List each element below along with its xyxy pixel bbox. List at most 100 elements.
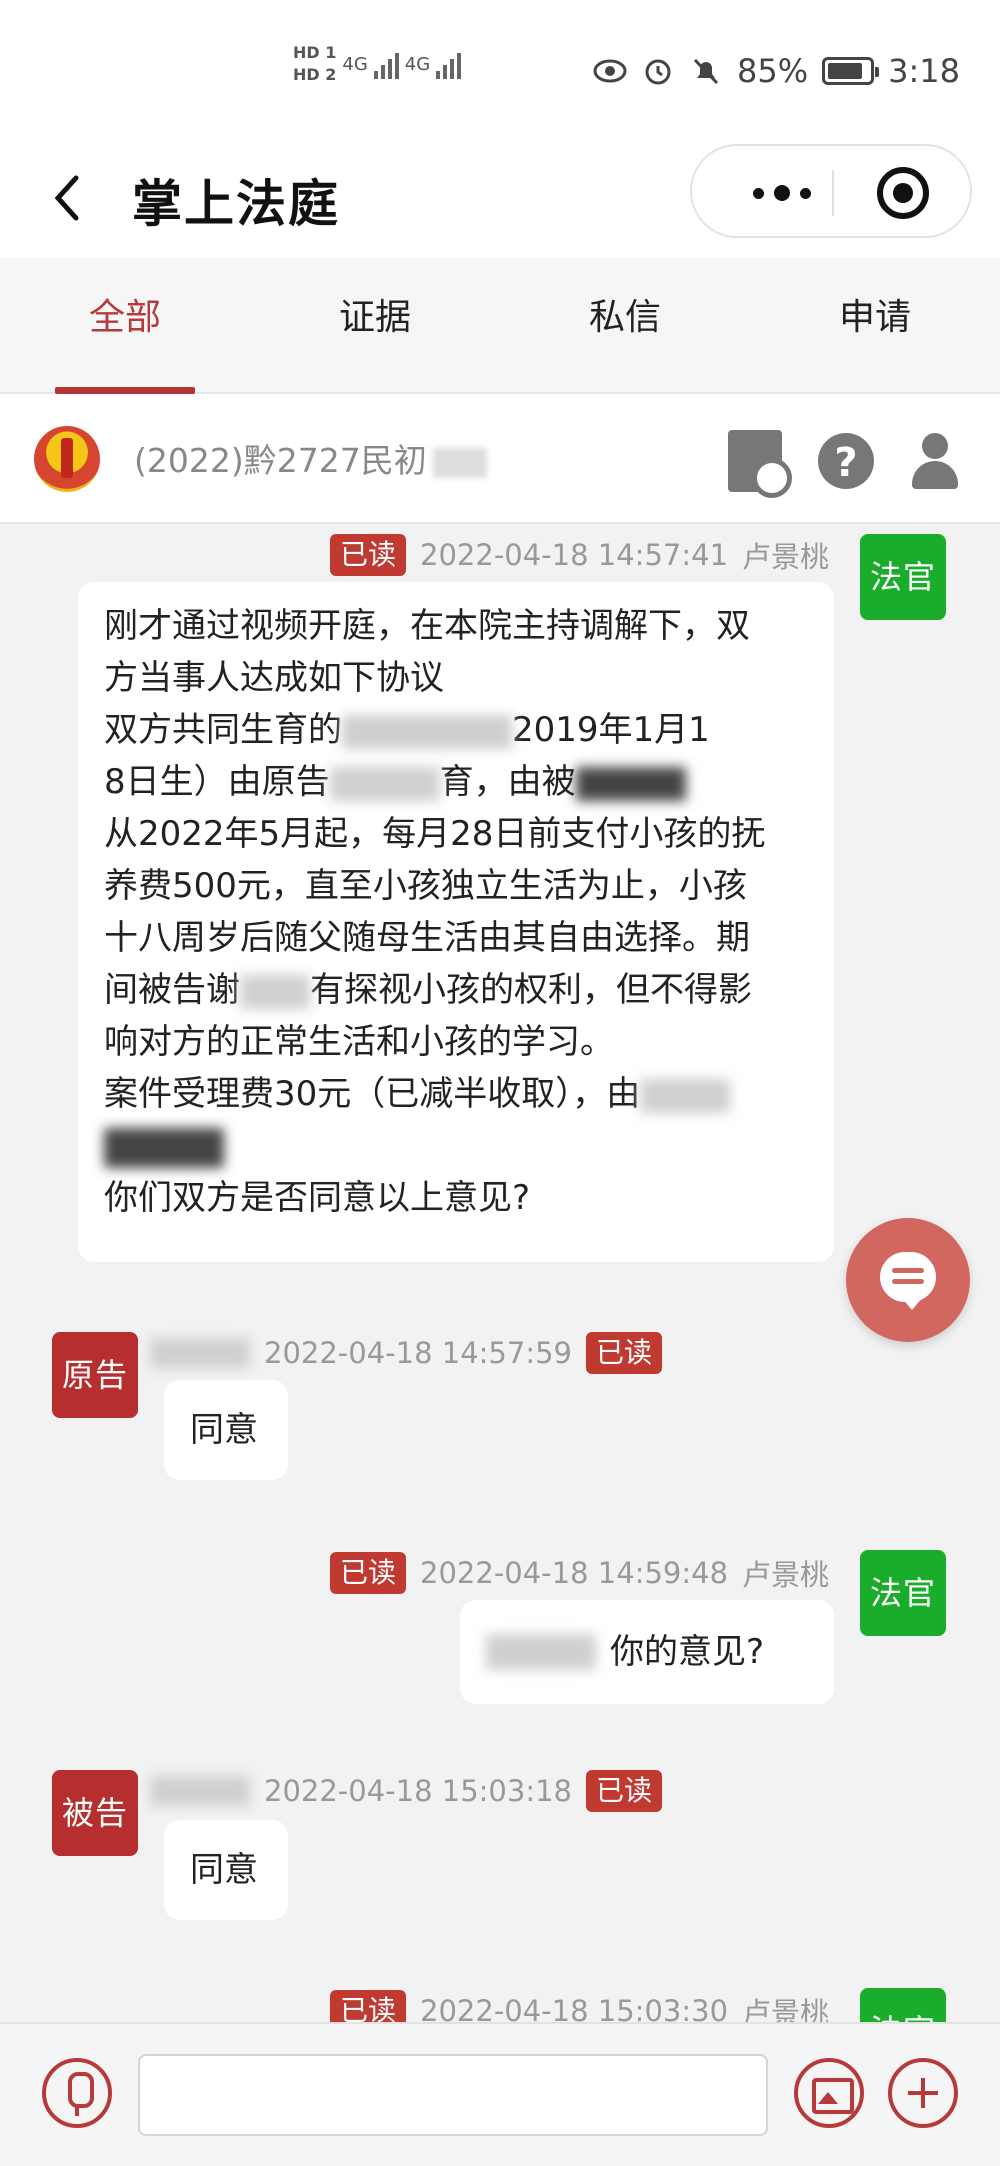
signal-bars-icon [373, 49, 399, 79]
capsule-divider [832, 170, 834, 216]
message-bubble: 刚才通过视频开庭，在本院主持调解下，双 方当事人达成如下协议 双方共同生育的 20… [78, 582, 834, 1262]
role-badge-judge: 法官 [860, 1550, 946, 1636]
message-line: 你们双方是否同意以上意见? [104, 1178, 531, 1218]
redacted-mark [150, 1776, 250, 1806]
message-line: 响对方的正常生活和小孩的学习。 [104, 1022, 614, 1062]
net2-label: 4G [404, 53, 431, 75]
message-meta: 已读 2022-04-18 15:03:30 卢景桃 [330, 1990, 829, 2022]
sim2-label: HD 2 [293, 65, 337, 84]
chat-bubble-icon [880, 1252, 936, 1310]
redacted-mark [150, 1338, 250, 1368]
redacted-mark [432, 447, 487, 478]
message-time: 2022-04-18 14:57:41 [420, 538, 729, 572]
read-badge: 已读 [586, 1332, 663, 1374]
message-fragment: 有探视小孩的权利，但不得影 [310, 970, 752, 1010]
read-badge: 已读 [586, 1770, 663, 1812]
clock: 3:18 [888, 52, 960, 90]
message-meta: 2022-04-18 15:03:18 已读 [150, 1770, 663, 1812]
message-time: 2022-04-18 14:57:59 [264, 1336, 572, 1370]
redacted-mark [240, 974, 310, 1009]
read-badge: 已读 [330, 1552, 407, 1594]
read-badge: 已读 [330, 534, 407, 576]
miniapp-capsule [690, 144, 972, 238]
system-indicators: 85% 3:18 [593, 52, 960, 90]
mute-bell-icon [693, 58, 719, 85]
more-options-icon[interactable] [732, 146, 832, 240]
app-header: 掌上法庭 [0, 140, 1000, 258]
battery-percent: 85% [737, 52, 809, 90]
message-text: 同意 [190, 1850, 258, 1890]
redacted-mark [486, 1634, 596, 1670]
message-line: 养费500元，直至小孩独立生活为止，小孩 [104, 866, 747, 906]
document-search-icon[interactable] [728, 430, 792, 498]
message-fragment: 2019年1月1 [512, 710, 710, 750]
chat-float-button[interactable] [846, 1218, 970, 1342]
tab-bar: 全部 证据 私信 申请 [0, 258, 1000, 394]
image-icon[interactable] [794, 2058, 864, 2128]
plus-icon[interactable] [888, 2058, 958, 2128]
message-sender: 卢景桃 [742, 1558, 830, 1592]
message-line-text: 间被告谢 [104, 970, 240, 1010]
message-time: 2022-04-18 15:03:18 [264, 1774, 572, 1808]
redacted-mark [575, 766, 686, 801]
role-badge-judge: 法官 [860, 1988, 946, 2022]
message-line-text: 案件受理费30元（已减半收取），由 [104, 1074, 641, 1114]
message-text: 同意 [190, 1410, 258, 1450]
participants-icon[interactable] [910, 431, 970, 491]
message-line: 十八周岁后随父随母生活由其自由选择。期 [104, 918, 750, 958]
court-emblem-icon [34, 426, 100, 492]
message-line: 8日生）由原告 育，由被 [104, 756, 808, 808]
message-bubble: 同意 [164, 1820, 288, 1920]
case-actions: ? [728, 430, 970, 498]
message-fragment: 育，由被 [439, 762, 576, 802]
redacted-mark [104, 1127, 224, 1168]
role-badge-defendant: 被告 [52, 1770, 138, 1856]
tab-private-message[interactable]: 私信 [500, 258, 750, 394]
tab-all[interactable]: 全部 [0, 258, 250, 394]
sim1-label: HD 1 [293, 43, 337, 62]
redacted-mark [342, 714, 512, 749]
microphone-icon[interactable] [42, 2058, 112, 2128]
case-number-text: (2022)黔2727民初 [134, 441, 427, 480]
message-line: 双方共同生育的 2019年1月1 [104, 704, 808, 756]
message-line: 案件受理费30元（已减半收取），由 [104, 1068, 808, 1120]
role-badge-judge: 法官 [860, 534, 946, 620]
eye-icon [593, 59, 627, 83]
page-title: 掌上法庭 [132, 175, 340, 233]
read-badge: 已读 [330, 1990, 407, 2022]
back-arrow-icon[interactable] [40, 168, 100, 228]
message-meta: 已读 2022-04-18 14:59:48 卢景桃 [330, 1552, 829, 1594]
message-line-text: 双方共同生育的 [104, 710, 342, 750]
message-sender: 卢景桃 [742, 1996, 830, 2022]
message-time: 2022-04-18 15:03:30 [420, 1994, 729, 2022]
message-line: 间被告谢 有探视小孩的权利，但不得影 [104, 964, 808, 1016]
alarm-icon [645, 59, 671, 85]
message-text: 你的意见? [610, 1632, 765, 1672]
input-bar [0, 2022, 1000, 2166]
message-sender: 卢景桃 [742, 540, 830, 574]
redacted-mark [329, 766, 440, 801]
message-meta: 2022-04-18 14:57:59 已读 [150, 1332, 663, 1374]
signal-bars-icon-2 [436, 49, 462, 79]
message-input[interactable] [138, 2054, 768, 2136]
tab-application[interactable]: 申请 [750, 258, 1000, 394]
signal-indicators: HD 1 HD 2 4G 4G [293, 42, 462, 86]
message-bubble: 同意 [164, 1380, 288, 1480]
close-miniapp-icon[interactable] [877, 167, 929, 219]
message-line [104, 1120, 808, 1172]
message-line: 方当事人达成如下协议 [104, 658, 444, 698]
battery-icon [822, 57, 880, 85]
sim-labels: HD 1 HD 2 [293, 42, 336, 86]
help-icon[interactable]: ? [818, 433, 874, 489]
tab-evidence[interactable]: 证据 [250, 258, 500, 394]
case-bar: (2022)黔2727民初 ? [0, 394, 1000, 524]
case-number: (2022)黔2727民初 [134, 434, 487, 482]
message-meta: 已读 2022-04-18 14:57:41 卢景桃 [330, 534, 829, 576]
message-line: 从2022年5月起，每月28日前支付小孩的抚 [104, 814, 766, 854]
message-line-text: 8日生）由原告 [104, 762, 330, 802]
message-bubble: 你的意见? [460, 1600, 834, 1704]
message-time: 2022-04-18 14:59:48 [420, 1556, 729, 1590]
redacted-mark [640, 1078, 731, 1113]
net1-label: 4G [342, 53, 368, 75]
role-badge-plaintiff: 原告 [52, 1332, 138, 1418]
